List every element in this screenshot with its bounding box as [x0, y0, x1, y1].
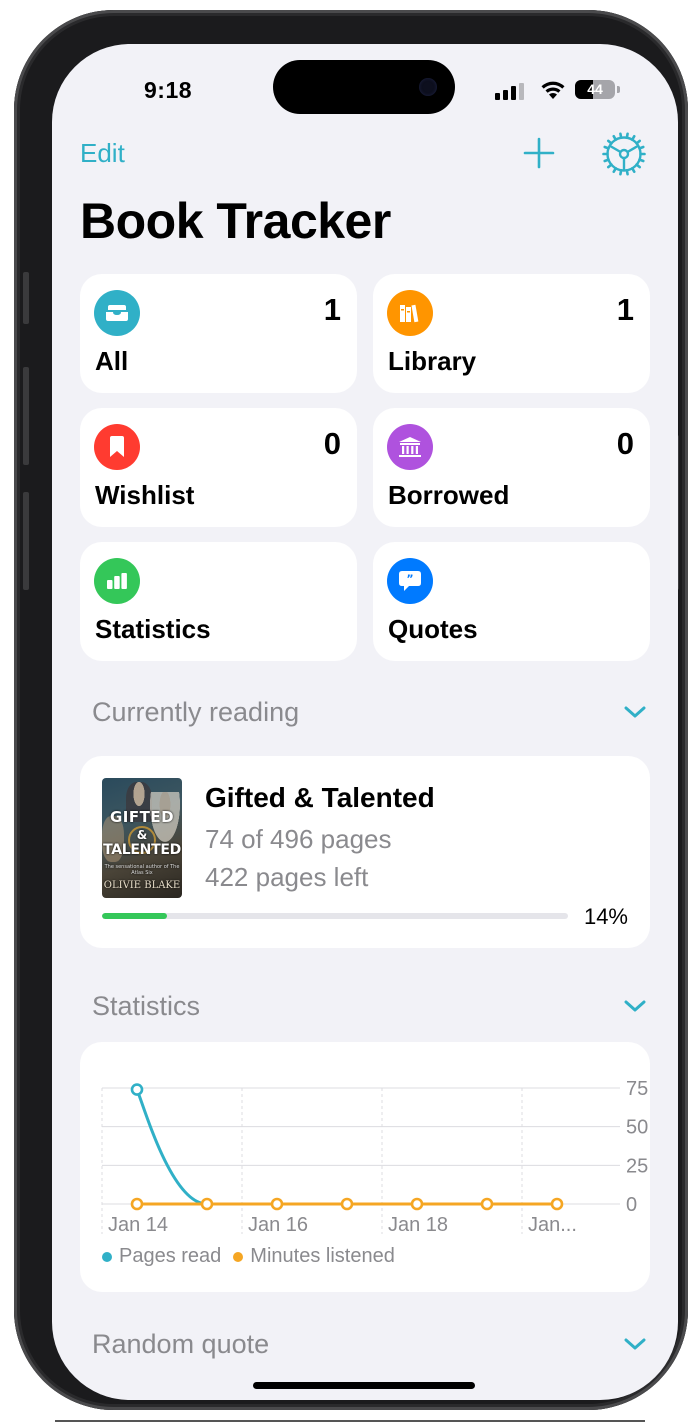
data-point [200, 1197, 214, 1211]
tile-statistics[interactable]: Statistics [80, 542, 357, 661]
book-title: Gifted & Talented [205, 782, 435, 813]
edit-button[interactable]: Edit [80, 138, 125, 169]
category-tiles: 1 All 1 Library 0 Wishlist 0 Borrowed St… [80, 274, 650, 661]
y-tick-label: 0 [626, 1194, 637, 1216]
y-tick-label: 25 [626, 1155, 648, 1177]
battery-icon: 44 [575, 80, 615, 99]
page-title: Book Tracker [80, 193, 391, 249]
legend-dot [102, 1251, 112, 1262]
reading-progress-bar [102, 913, 568, 919]
bookmark-icon [94, 424, 140, 470]
legend-label: Minutes listened [250, 1245, 395, 1267]
data-point [130, 1083, 144, 1096]
chevron-down-icon[interactable] [622, 1334, 648, 1354]
book-cover: GIFTED & TALENTED The sensational author… [102, 778, 182, 898]
tile-label: Borrowed [388, 480, 510, 510]
section-statistics[interactable]: Statistics [92, 986, 648, 1026]
current-book-card[interactable]: GIFTED & TALENTED The sensational author… [80, 756, 650, 948]
cover-title-line3: TALENTED [103, 842, 181, 858]
tile-borrowed[interactable]: 0 Borrowed [373, 408, 650, 527]
camera-icon [419, 78, 437, 96]
cover-tagline: The sensational author of The Atlas Six [104, 864, 180, 876]
tile-count: 0 [616, 426, 634, 461]
chart-legend: Pages read Minutes listened [102, 1245, 395, 1268]
cover-title-line1: GIFTED [109, 808, 175, 826]
x-tick-label: Jan 16 [248, 1214, 308, 1236]
y-tick-label: 75 [626, 1078, 648, 1100]
divider [55, 1420, 645, 1422]
tile-label: Library [388, 346, 477, 376]
book-pages-left: 422 pages left [205, 862, 369, 892]
battery-tip [617, 86, 620, 93]
gear-icon[interactable] [602, 132, 646, 176]
dynamic-island [273, 60, 455, 114]
status-bar: 9:18 44 [52, 44, 678, 134]
series-line-pages-read [135, 1088, 209, 1206]
x-tick-label: Jan 14 [108, 1214, 168, 1236]
data-point [550, 1197, 564, 1211]
tile-count: 1 [323, 292, 341, 327]
building-columns-icon [387, 424, 433, 470]
data-point [130, 1197, 144, 1211]
data-point [270, 1197, 284, 1211]
data-point [410, 1197, 424, 1211]
quote-bubble-icon: ” [387, 558, 433, 604]
volume-down-button [23, 492, 29, 590]
tile-label: Wishlist [95, 480, 195, 510]
tile-label: Statistics [95, 614, 211, 644]
reading-progress-fill [102, 913, 168, 919]
tile-library[interactable]: 1 Library [373, 274, 650, 393]
section-title: Random quote [92, 1329, 270, 1359]
cover-author: OLIVIE BLAKE [103, 880, 181, 891]
legend-item-minutes-listened: Minutes listened [233, 1245, 395, 1268]
tile-quotes[interactable]: ” Quotes [373, 542, 650, 661]
tile-count: 1 [616, 292, 634, 327]
chart-bar-icon [94, 558, 140, 604]
chevron-down-icon[interactable] [622, 702, 648, 722]
plus-icon[interactable] [522, 136, 556, 170]
tray-icon [94, 290, 140, 336]
phone-frame: 9:18 44 Edit Book Tracker 1 All 1 Librar… [14, 10, 688, 1410]
statistics-card[interactable]: 0 25 50 75 Jan 14 Jan 16 Jan 18 Jan... Pages re… [80, 1042, 650, 1292]
section-random-quote[interactable]: Random quote [92, 1324, 648, 1364]
reading-progress-percent: 14% [583, 904, 628, 929]
legend-label: Pages read [119, 1245, 222, 1267]
book-pages-progress: 74 of 496 pages [205, 824, 392, 854]
section-currently-reading[interactable]: Currently reading [92, 692, 648, 732]
y-tick-label: 50 [626, 1117, 648, 1139]
legend-item-pages-read: Pages read [102, 1245, 221, 1268]
tile-label: All [95, 346, 129, 376]
svg-text:”: ” [406, 573, 413, 586]
cellular-signal-icon [495, 83, 524, 100]
section-title: Statistics [92, 991, 201, 1021]
legend-dot [233, 1251, 244, 1262]
tile-count: 0 [323, 426, 341, 461]
wifi-icon [541, 81, 565, 99]
battery-level: 44 [587, 81, 603, 97]
chevron-down-icon[interactable] [622, 996, 648, 1016]
x-tick-label: Jan 18 [388, 1214, 448, 1236]
cover-title-line2: & [136, 828, 148, 842]
books-icon [387, 290, 433, 336]
tile-wishlist[interactable]: 0 Wishlist [80, 408, 357, 527]
volume-up-button [23, 367, 29, 465]
home-indicator[interactable] [253, 1382, 475, 1389]
screen: 9:18 44 Edit Book Tracker 1 All 1 Librar… [52, 44, 678, 1400]
tile-label: Quotes [388, 614, 478, 644]
x-tick-label: Jan... [528, 1214, 577, 1236]
data-point [480, 1197, 494, 1211]
section-title: Currently reading [92, 697, 300, 727]
action-button [23, 272, 29, 324]
data-point [340, 1197, 354, 1211]
tile-all[interactable]: 1 All [80, 274, 357, 393]
status-time: 9:18 [144, 77, 193, 103]
